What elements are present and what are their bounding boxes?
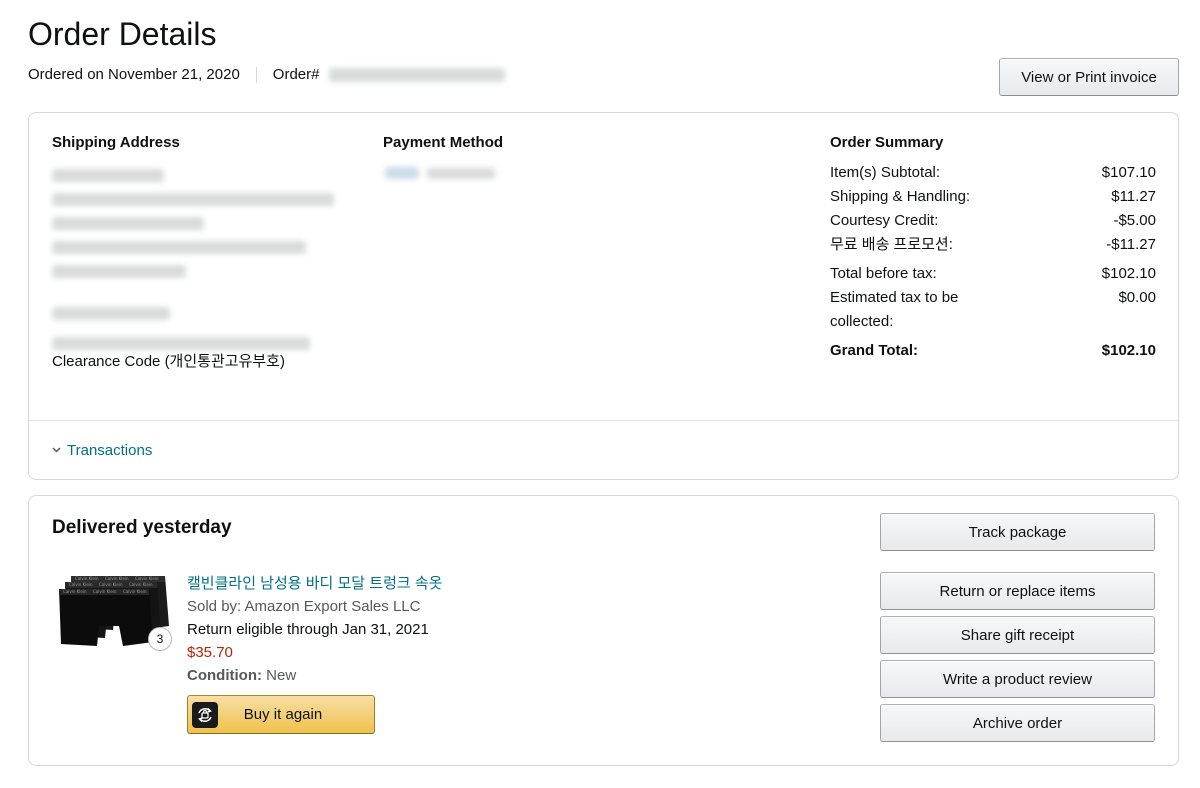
summary-label: Estimated tax to be collected: — [830, 289, 959, 330]
buy-it-again-button[interactable]: Buy it again — [187, 695, 375, 734]
product-info: 캘빈클라인 남성용 바디 모달 트렁크 속옷 Sold by: Amazon E… — [187, 572, 442, 687]
svg-text:Calvin Klein: Calvin Klein — [63, 589, 87, 594]
write-review-label: Write a product review — [943, 670, 1092, 688]
summary-value: $102.10 — [1101, 265, 1156, 282]
buy-again-icon — [192, 701, 218, 728]
meta-divider — [255, 67, 257, 83]
summary-row-free-shipping-promo: 무료 배송 프로모션: -$11.27 — [830, 233, 1156, 257]
address-line-redacted — [52, 192, 334, 206]
address-line-redacted — [52, 336, 310, 350]
order-number-label: Order# — [272, 66, 320, 83]
svg-text:Calvin Klein: Calvin Klein — [105, 576, 129, 581]
item-condition: Condition: New — [187, 664, 442, 687]
transactions-link[interactable]: Transactions — [67, 441, 152, 461]
address-line-redacted — [52, 264, 186, 278]
view-print-invoice-label: View or Print invoice — [1021, 68, 1157, 86]
card-number-redacted — [427, 167, 495, 179]
summary-value: $102.10 — [1101, 342, 1156, 359]
sold-by: Sold by: Amazon Export Sales LLC — [187, 598, 421, 615]
return-eligibility: Return eligible through Jan 31, 2021 — [187, 621, 429, 638]
return-replace-button[interactable]: Return or replace items — [880, 572, 1155, 610]
summary-row-subtotal: Item(s) Subtotal: $107.10 — [830, 161, 1156, 185]
address-line-redacted — [52, 168, 164, 182]
card-icon — [385, 167, 419, 179]
address-line-redacted — [52, 306, 170, 320]
item-price: $35.70 — [187, 644, 233, 661]
summary-value: $11.27 — [1111, 188, 1156, 205]
summary-label: Total before tax: — [830, 265, 937, 282]
archive-order-label: Archive order — [972, 714, 1063, 732]
summary-label: Shipping & Handling: — [830, 188, 971, 205]
clearance-code: Clearance Code (개인통관고유부호) — [52, 353, 285, 370]
section-divider — [29, 420, 1178, 421]
summary-label: Grand Total: — [830, 342, 919, 359]
page-title: Order Details — [28, 16, 217, 52]
order-date: Ordered on November 21, 2020 — [28, 66, 240, 83]
buy-it-again-label: Buy it again — [243, 706, 323, 723]
svg-text:Calvin Klein: Calvin Klein — [135, 576, 159, 581]
svg-text:Calvin Klein: Calvin Klein — [123, 589, 147, 594]
transactions-toggle[interactable]: Transactions — [52, 441, 152, 461]
track-package-button[interactable]: Track package — [880, 513, 1155, 551]
archive-order-button[interactable]: Archive order — [880, 704, 1155, 742]
order-number-redacted — [329, 68, 506, 82]
shipment-box: Delivered yesterday Calvin Klein Calvin … — [28, 495, 1179, 766]
order-summary: Item(s) Subtotal: $107.10 Shipping & Han… — [830, 161, 1156, 363]
summary-label: Courtesy Credit: — [830, 212, 939, 229]
summary-value: $0.00 — [1118, 289, 1156, 306]
summary-value: -$5.00 — [1113, 212, 1156, 229]
summary-value: $107.10 — [1101, 164, 1156, 181]
address-line-redacted — [52, 240, 306, 254]
summary-value: -$11.27 — [1106, 236, 1156, 253]
payment-method-redacted — [385, 167, 495, 179]
order-summary-heading: Order Summary — [830, 134, 944, 151]
condition-value: New — [266, 667, 297, 684]
order-meta: Ordered on November 21, 2020 Order# — [28, 65, 506, 85]
condition-label: Condition: — [187, 667, 262, 684]
svg-text:Calvin Klein: Calvin Klein — [69, 582, 93, 587]
shipping-address-heading: Shipping Address — [52, 134, 180, 151]
chevron-down-icon — [52, 441, 61, 461]
write-review-button[interactable]: Write a product review — [880, 660, 1155, 698]
summary-label: 무료 배송 프로모션: — [830, 236, 953, 253]
summary-row-before-tax: Total before tax: $102.10 — [830, 262, 1156, 286]
payment-method-heading: Payment Method — [383, 134, 504, 151]
quantity-badge: 3 — [148, 627, 172, 651]
summary-label: Item(s) Subtotal: — [830, 164, 941, 181]
share-gift-receipt-label: Share gift receipt — [960, 626, 1075, 644]
svg-text:Calvin Klein: Calvin Klein — [75, 576, 99, 581]
svg-text:Calvin Klein: Calvin Klein — [129, 582, 153, 587]
return-replace-label: Return or replace items — [939, 582, 1096, 600]
share-gift-receipt-button[interactable]: Share gift receipt — [880, 616, 1155, 654]
svg-text:Calvin Klein: Calvin Klein — [99, 582, 123, 587]
order-info-box: Shipping Address Clearance Code (개인통관고유부… — [28, 112, 1179, 480]
view-print-invoice-button[interactable]: View or Print invoice — [999, 58, 1179, 96]
address-line-redacted — [52, 216, 204, 230]
delivery-status: Delivered yesterday — [52, 517, 232, 538]
svg-text:Calvin Klein: Calvin Klein — [93, 589, 117, 594]
shipping-address-redacted — [52, 163, 352, 355]
summary-row-shipping: Shipping & Handling: $11.27 — [830, 185, 1156, 209]
product-title-link[interactable]: 캘빈클라인 남성용 바디 모달 트렁크 속옷 — [187, 572, 442, 595]
summary-row-estimated-tax: Estimated tax to be collected: $0.00 — [830, 286, 1156, 334]
summary-row-grand-total: Grand Total: $102.10 — [830, 339, 1156, 363]
summary-row-courtesy-credit: Courtesy Credit: -$5.00 — [830, 209, 1156, 233]
track-package-label: Track package — [968, 523, 1067, 541]
